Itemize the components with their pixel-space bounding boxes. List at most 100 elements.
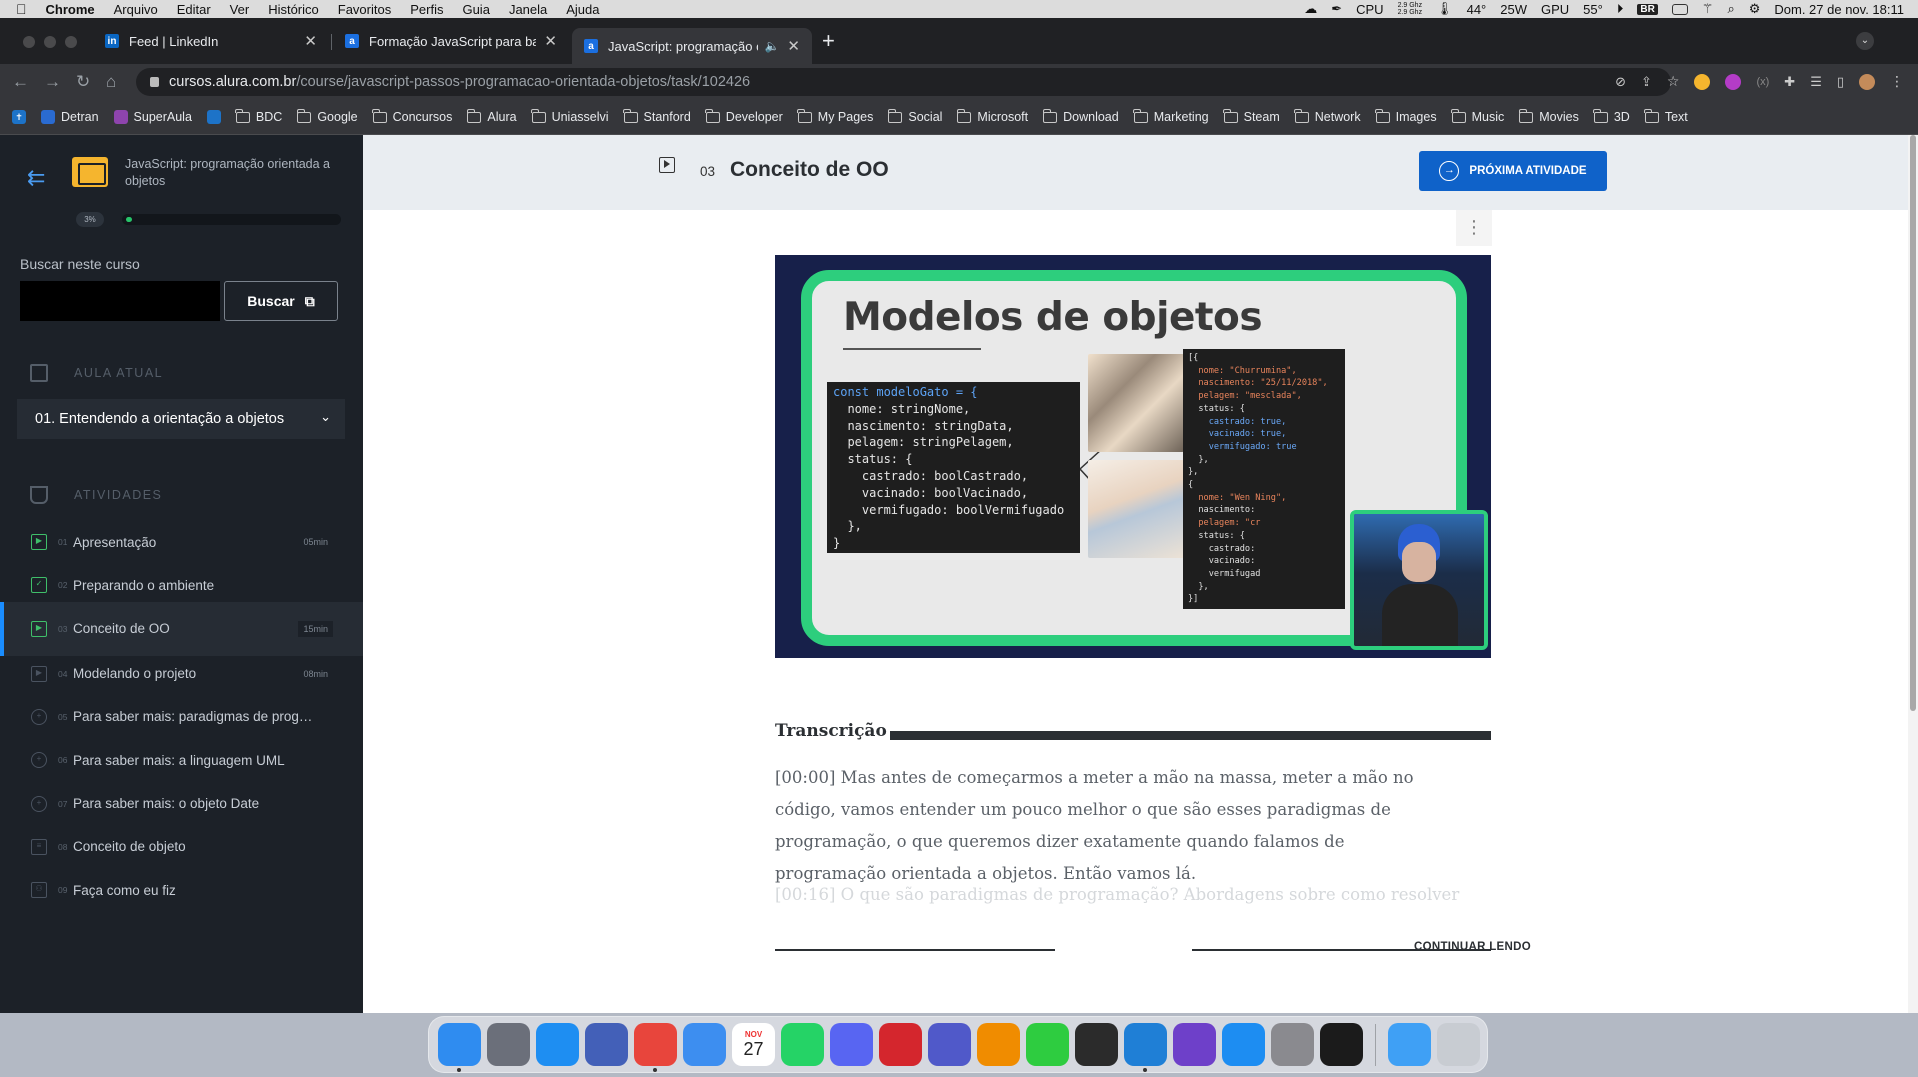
menu-ver[interactable]: Ver	[230, 2, 250, 17]
dock-mail-icon[interactable]	[683, 1023, 726, 1066]
search-icon[interactable]: ⌕	[1727, 1, 1734, 17]
tab-formacao[interactable]: a Formação JavaScript para back-end ✕	[333, 26, 569, 56]
avatar[interactable]	[1859, 73, 1875, 90]
dock-appstore-icon[interactable]	[1222, 1023, 1265, 1066]
dock-terminal-icon[interactable]	[1320, 1023, 1363, 1066]
bookmark-alura[interactable]: Alura	[466, 108, 517, 124]
bookmark-my-pages[interactable]: My Pages	[797, 108, 873, 124]
dock-downloads-icon[interactable]	[1388, 1023, 1431, 1066]
dock-acrobat-icon[interactable]	[879, 1023, 922, 1066]
app-menu[interactable]: Chrome	[46, 2, 95, 17]
close-window-button[interactable]	[23, 36, 35, 48]
activity-item-09[interactable]: ⚇ 09 Faça como eu fiz	[0, 863, 363, 917]
share-icon[interactable]: ⇪	[1641, 74, 1652, 90]
dock-vlc-icon[interactable]	[977, 1023, 1020, 1066]
dock-activity-icon[interactable]	[1075, 1023, 1118, 1066]
course-title[interactable]: JavaScript: programação orientada a obje…	[125, 156, 345, 190]
lock-icon[interactable]	[150, 77, 159, 87]
search-button[interactable]: Buscar ⧉	[224, 281, 338, 321]
bookmark-concursos[interactable]: Concursos	[372, 108, 452, 124]
menu-guia[interactable]: Guia	[462, 2, 489, 17]
reload-icon[interactable]: ↻	[76, 72, 90, 92]
bookmark-social[interactable]: Social	[887, 108, 942, 124]
speaker-icon[interactable]: 🔈	[764, 39, 779, 53]
extension-icon[interactable]: (x)	[1756, 76, 1769, 88]
kebab-menu-icon[interactable]: ⋮	[1890, 73, 1904, 90]
cloud-icon[interactable]: ☁	[1304, 1, 1317, 17]
video-player[interactable]: Modelos de objetos const modeloGato = { …	[775, 255, 1491, 658]
dock-safari-icon[interactable]	[536, 1023, 579, 1066]
dock-whatsapp-icon[interactable]	[781, 1023, 824, 1066]
bookmark-bdc[interactable]: BDC	[235, 108, 282, 124]
apple-icon[interactable]: 	[16, 1, 27, 17]
bookmark-icon-0[interactable]: ✝	[12, 110, 26, 124]
forward-icon[interactable]: →	[44, 72, 61, 92]
address-bar[interactable]: cursos.alura.com.br/course/javascript-pa…	[136, 68, 1671, 96]
reading-list-icon[interactable]: ☰	[1810, 74, 1822, 90]
page-scrollbar[interactable]	[1908, 135, 1918, 1013]
extension-icon[interactable]	[1694, 73, 1711, 90]
maximize-window-button[interactable]	[65, 36, 77, 48]
new-tab-button[interactable]: +	[822, 28, 835, 54]
puzzle-icon[interactable]: ✚	[1784, 74, 1795, 90]
menu-janela[interactable]: Janela	[509, 2, 547, 17]
dock-finder-icon[interactable]	[438, 1023, 481, 1072]
bookmark-network[interactable]: Network	[1294, 108, 1361, 124]
dock-github-icon[interactable]	[1173, 1023, 1216, 1066]
dock-teams-icon[interactable]	[928, 1023, 971, 1066]
bookmark-download[interactable]: Download	[1042, 108, 1119, 124]
collapse-sidebar-icon[interactable]: ⇇	[27, 165, 45, 191]
star-icon[interactable]: ☆	[1667, 73, 1680, 90]
next-activity-button[interactable]: → PRÓXIMA ATIVIDADE	[1419, 151, 1607, 191]
bookmark-text[interactable]: Text	[1644, 108, 1688, 124]
dock-calendar-icon[interactable]: NOV 27	[732, 1023, 775, 1066]
back-icon[interactable]: ←	[12, 72, 29, 92]
dock-chrome-icon[interactable]	[634, 1023, 677, 1072]
network-icon[interactable]: ⚚	[1702, 1, 1714, 17]
bookmark-microsoft[interactable]: Microsoft	[956, 108, 1028, 124]
menu-ajuda[interactable]: Ajuda	[566, 2, 599, 17]
dock-discord-icon[interactable]	[830, 1023, 873, 1066]
menu-perfis[interactable]: Perfis	[410, 2, 443, 17]
bookmark-google[interactable]: Google	[296, 108, 358, 124]
tab-search-icon[interactable]: ⌄	[1856, 32, 1874, 50]
extension-icon[interactable]	[1725, 73, 1742, 90]
home-icon[interactable]: ⌂	[106, 72, 116, 92]
eye-off-icon[interactable]: ⊘	[1615, 74, 1626, 90]
feather-icon[interactable]: ✒	[1331, 1, 1342, 17]
scrollbar-thumb[interactable]	[1910, 135, 1916, 711]
bookmark-stanford[interactable]: Stanford	[623, 108, 691, 124]
close-tab-icon[interactable]: ✕	[544, 32, 557, 50]
close-tab-icon[interactable]: ✕	[304, 32, 317, 50]
window-icon[interactable]	[1671, 3, 1688, 15]
close-tab-icon[interactable]: ✕	[787, 37, 800, 55]
bookmark-music[interactable]: Music	[1451, 108, 1504, 124]
bookmark-images[interactable]: Images	[1375, 108, 1437, 124]
tab-linkedin[interactable]: in Feed | LinkedIn ✕	[93, 26, 329, 56]
bookmark-icon-3[interactable]	[206, 110, 221, 124]
sidepanel-icon[interactable]: ▯	[1837, 74, 1844, 90]
dock-launchpad-icon[interactable]	[487, 1023, 530, 1066]
keyboard-layout[interactable]: BR	[1637, 3, 1658, 15]
menu-histórico[interactable]: Histórico	[268, 2, 319, 17]
control-center-icon[interactable]: ⚙	[1749, 1, 1761, 17]
bookmark-movies[interactable]: Movies	[1518, 108, 1579, 124]
lesson-dropdown[interactable]: 01. Entendendo a orientação a objetos ⌄	[17, 399, 345, 439]
play-circle-icon[interactable]: ⏵	[1617, 1, 1624, 17]
bookmark-superaula[interactable]: SuperAula	[113, 110, 192, 124]
bookmark-3d[interactable]: 3D	[1593, 108, 1630, 124]
dock-feather-icon[interactable]	[1026, 1023, 1069, 1066]
dock-vscode-icon[interactable]	[1124, 1023, 1167, 1072]
minimize-window-button[interactable]	[44, 36, 56, 48]
menu-arquivo[interactable]: Arquivo	[114, 2, 158, 17]
dock-trash-icon[interactable]	[1437, 1023, 1480, 1066]
bookmark-uniasselvi[interactable]: Uniasselvi	[531, 108, 609, 124]
bookmark-detran[interactable]: Detran	[41, 110, 99, 124]
tab-javascript-active[interactable]: a JavaScript: programação orientada 🔈 ✕	[572, 28, 812, 64]
menu-favoritos[interactable]: Favoritos	[338, 2, 391, 17]
bookmark-steam[interactable]: Steam	[1223, 108, 1280, 124]
more-options-icon[interactable]: ⋮	[1456, 210, 1492, 246]
dock-nordvpn-icon[interactable]	[585, 1023, 628, 1066]
clock[interactable]: Dom. 27 de nov. 18:11	[1774, 2, 1904, 17]
menu-editar[interactable]: Editar	[177, 2, 211, 17]
